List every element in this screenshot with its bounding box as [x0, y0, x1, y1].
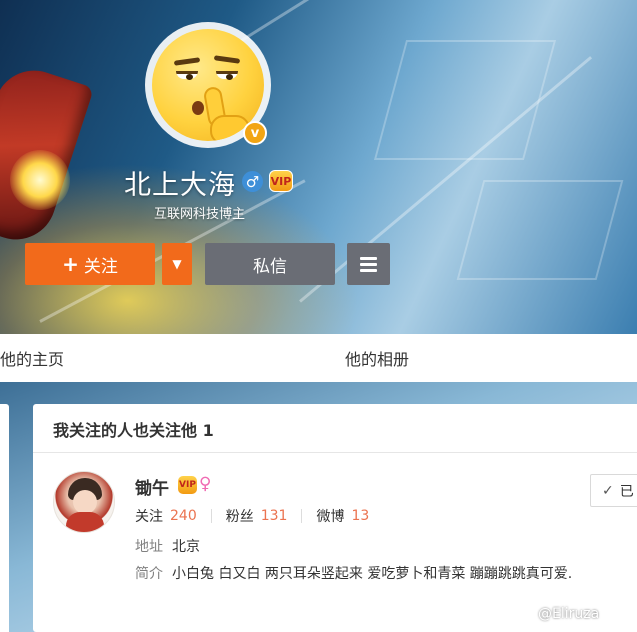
- user-address: 地址 北京: [135, 536, 200, 556]
- stat-posts-label: 微博: [316, 509, 345, 525]
- watermark: @Eliruza: [538, 606, 600, 622]
- stat-fans-value[interactable]: 131: [261, 508, 288, 524]
- stat-fans-label: 粉丝: [225, 509, 254, 525]
- follow-button[interactable]: + 关注: [25, 243, 155, 285]
- cover-panel: [456, 180, 624, 280]
- check-icon: ✓: [602, 482, 614, 499]
- male-icon: ♂: [242, 171, 263, 192]
- chevron-down-icon: ▼: [172, 257, 182, 271]
- emoji-brow: [173, 57, 201, 66]
- avatar-face: [73, 490, 97, 514]
- address-value: 北京: [172, 539, 200, 555]
- left-side-card: [0, 404, 9, 632]
- emoji-eye: [176, 71, 198, 80]
- emoji-eye: [216, 71, 238, 80]
- message-button[interactable]: 私信: [205, 243, 335, 285]
- intro-value: 小白兔 白又白 两只耳朵竖起来 爱吃萝卜和青菜 蹦蹦跳跳真可爱.: [172, 566, 573, 582]
- tab-album[interactable]: 他的相册: [345, 346, 409, 370]
- follow-button-label: 关注: [83, 256, 118, 277]
- following-state-button[interactable]: ✓ 已: [590, 474, 637, 507]
- user-stats: 关注 240 粉丝 131 微博 13: [135, 506, 369, 526]
- menu-icon-bar: [360, 256, 377, 260]
- mutual-follow-card: 我关注的人也关注他 1 锄午 VIP ♀ 关注 240 粉丝 131 微博 13…: [33, 404, 637, 632]
- following-state-label: 已: [619, 483, 634, 500]
- divider: [33, 452, 637, 453]
- stat-following-label: 关注: [135, 509, 163, 525]
- emoji-brow: [213, 55, 241, 64]
- mutual-follow-title: 我关注的人也关注他 1: [53, 421, 214, 440]
- stat-separator: [301, 509, 303, 523]
- profile-tabs: 他的主页 他的相册: [0, 334, 637, 382]
- cover-panel: [373, 40, 557, 160]
- menu-icon-bar: [360, 262, 377, 266]
- avatar-dress: [66, 512, 104, 532]
- address-label: 地址: [135, 539, 163, 555]
- stat-separator: [210, 509, 212, 523]
- vip-icon[interactable]: VIP: [178, 476, 197, 494]
- stat-following-value[interactable]: 240: [170, 508, 197, 524]
- more-menu-button[interactable]: [347, 243, 390, 285]
- intro-label: 简介: [135, 566, 163, 582]
- profile-subtitle: 互联网科技博主: [154, 207, 246, 222]
- profile-cover: v 北上大海 ♂ VIP 互联网科技博主 + 关注 ▼ 私信: [0, 0, 637, 334]
- vip-icon[interactable]: VIP: [269, 170, 293, 192]
- follow-dropdown-button[interactable]: ▼: [162, 243, 192, 285]
- stat-posts-value[interactable]: 13: [351, 508, 369, 524]
- verified-badge-icon: v: [243, 121, 267, 145]
- emoji-pupil: [186, 74, 193, 80]
- tab-home[interactable]: 他的主页: [0, 346, 64, 370]
- message-button-label: 私信: [253, 256, 287, 277]
- avatar[interactable]: [53, 471, 115, 533]
- profile-username: 北上大海: [124, 170, 236, 201]
- emoji-mouth: [192, 101, 204, 115]
- plus-icon: +: [62, 252, 79, 276]
- menu-icon-bar: [360, 268, 377, 272]
- female-icon: ♀: [199, 474, 212, 494]
- cover-glow: [10, 150, 70, 210]
- user-intro: 简介 小白兔 白又白 两只耳朵竖起来 爱吃萝卜和青菜 蹦蹦跳跳真可爱.: [135, 564, 575, 585]
- cover-streak: [239, 0, 597, 43]
- emoji-pupil: [226, 74, 233, 80]
- user-name[interactable]: 锄午: [135, 474, 169, 499]
